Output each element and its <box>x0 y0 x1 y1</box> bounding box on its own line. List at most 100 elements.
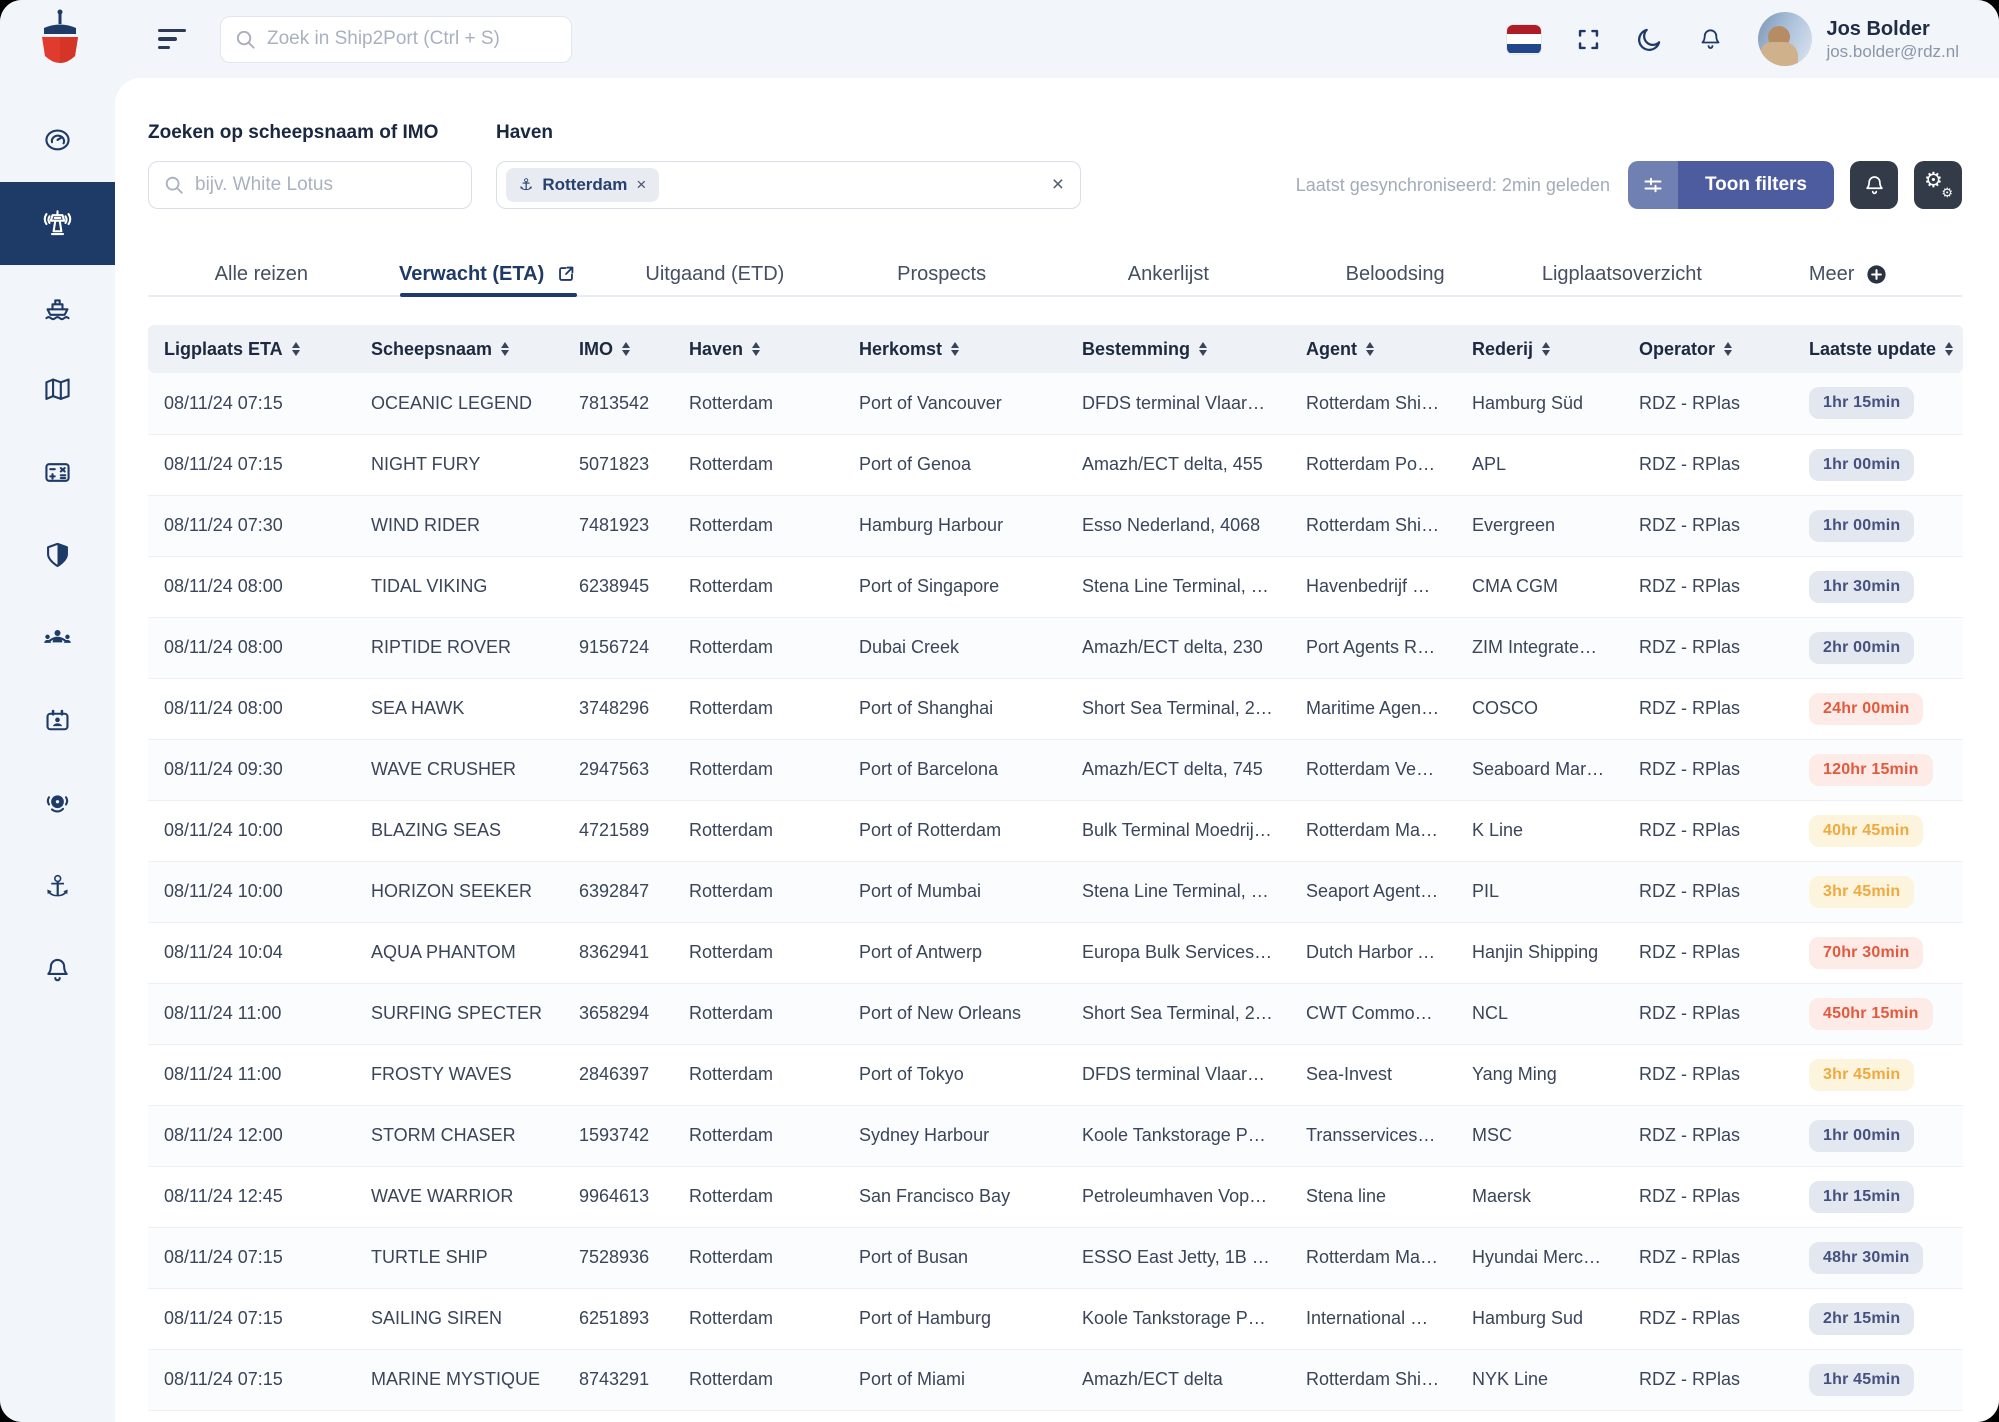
col-header-imo[interactable]: IMO <box>563 325 673 373</box>
table-row[interactable]: 08/11/24 07:15 SAILING SIREN 6251893 Rot… <box>148 1287 1963 1349</box>
tab-ankerlijst[interactable]: Ankerlijst <box>1055 253 1282 295</box>
table-row[interactable]: 08/11/24 11:00 FROSTY WAVES 2846397 Rott… <box>148 1043 1963 1105</box>
col-header-bestemming[interactable]: Bestemming <box>1066 325 1290 373</box>
cell-agent: Rotterdam Ship… <box>1290 373 1456 434</box>
cell-bestemming: Amazh/ECT delta <box>1066 1348 1290 1411</box>
sidebar: ⚓ <box>0 78 115 1422</box>
tab-alle-reizen[interactable]: Alle reizen <box>148 253 375 295</box>
table-row[interactable]: 08/11/24 07:15 TURTLE SHIP 7528936 Rotte… <box>148 1226 1963 1288</box>
cell-laatste-update: 1hr 00min <box>1793 494 1963 556</box>
col-header-haven[interactable]: Haven <box>673 325 843 373</box>
menu-toggle-button[interactable] <box>158 28 188 50</box>
col-header-operator[interactable]: Operator <box>1623 325 1793 373</box>
cell-haven: Rotterdam <box>673 1043 843 1105</box>
sort-icon <box>1945 341 1954 357</box>
sidebar-item-alerts[interactable] <box>0 763 115 846</box>
sidebar-item-map[interactable] <box>0 348 115 431</box>
cell-imo: 8743291 <box>563 1348 673 1411</box>
tab-verwacht-eta[interactable]: Verwacht (ETA) <box>375 253 602 297</box>
sidebar-item-vessels[interactable] <box>0 265 115 348</box>
cell-bestemming: Amazh/ECT delta, 230 <box>1066 616 1290 678</box>
sort-icon <box>622 341 630 357</box>
cell-imo: 1593742 <box>563 1104 673 1166</box>
cell-ligplaats-eta: 08/11/24 07:15 <box>148 1348 355 1411</box>
chip-remove-icon[interactable]: × <box>636 175 646 195</box>
sidebar-item-calculations[interactable] <box>0 431 115 514</box>
ship-search-label: Zoeken op scheepsnaam of IMO <box>148 122 439 143</box>
table-row[interactable]: 08/11/24 07:15 OCEANIC LEGEND 7813542 Ro… <box>148 373 1963 434</box>
table-row[interactable]: 08/11/24 12:45 WAVE WARRIOR 9964613 Rott… <box>148 1165 1963 1227</box>
cell-herkomst: Port of Hamburg <box>843 1287 1066 1349</box>
col-header-rederij[interactable]: Rederij <box>1456 325 1623 373</box>
cell-laatste-update: 3hr 45min <box>1793 860 1963 922</box>
cell-laatste-update: 450hr 15min <box>1793 982 1963 1044</box>
table-row[interactable]: 08/11/24 10:04 AQUA PHANTOM 8362941 Rott… <box>148 921 1963 983</box>
cell-scheepsnaam: WAVE CRUSHER <box>355 738 563 800</box>
cell-ligplaats-eta: 08/11/24 08:00 <box>148 555 355 617</box>
table-row[interactable]: 08/11/24 11:00 SURFING SPECTER 3658294 R… <box>148 982 1963 1044</box>
table-settings-button[interactable]: ⚙ ⚙ <box>1914 161 1962 209</box>
gears-icon: ⚙ ⚙ <box>1924 169 1953 200</box>
sidebar-item-port-control[interactable] <box>0 182 115 265</box>
fullscreen-button[interactable] <box>1575 26 1602 53</box>
col-header-laatste-update[interactable]: Laatste update <box>1793 325 1963 373</box>
calculation-card-icon <box>45 463 70 482</box>
cell-laatste-update: 70hr 30min <box>1793 921 1963 983</box>
cell-imo: 3658294 <box>563 982 673 1044</box>
tab-beloodsing[interactable]: Beloodsing <box>1282 253 1509 295</box>
cell-haven: Rotterdam <box>673 373 843 434</box>
table-row[interactable]: 08/11/24 12:00 STORM CHASER 1593742 Rott… <box>148 1104 1963 1166</box>
user-menu[interactable]: Jos Bolder jos.bolder@rdz.nl <box>1758 12 1959 66</box>
show-filters-button[interactable]: Toon filters <box>1627 161 1834 209</box>
plus-circle-icon <box>1867 264 1887 284</box>
update-badge: 1hr 00min <box>1809 448 1915 481</box>
tab-meer[interactable]: Meer <box>1735 253 1962 295</box>
table-row[interactable]: 08/11/24 08:00 RIPTIDE ROVER 9156724 Rot… <box>148 616 1963 678</box>
col-header-agent[interactable]: Agent <box>1290 325 1456 373</box>
table-row[interactable]: 08/11/24 09:30 WAVE CRUSHER 2947563 Rott… <box>148 738 1963 800</box>
clear-haven-icon[interactable]: × <box>1052 173 1064 197</box>
global-search-input[interactable] <box>220 15 572 63</box>
last-synced-status: Laatst gesynchroniseerd: 2min geleden <box>1295 175 1610 195</box>
sidebar-item-notifications[interactable] <box>0 929 115 1012</box>
tab-uitgaand-etd[interactable]: Uitgaand (ETD) <box>602 253 829 295</box>
cell-laatste-update: 1hr 15min <box>1793 1165 1963 1227</box>
cell-operator: RDZ - RPlas <box>1623 1348 1793 1411</box>
cell-herkomst: Port of Miami <box>843 1348 1066 1411</box>
table-alerts-button[interactable] <box>1850 161 1898 209</box>
sidebar-item-security[interactable] <box>0 514 115 597</box>
col-header-herkomst[interactable]: Herkomst <box>843 325 1066 373</box>
cell-imo: 7481923 <box>563 494 673 556</box>
sliders-icon <box>1644 177 1662 193</box>
table-row[interactable]: 08/11/24 07:15 MARINE MYSTIQUE 8743291 R… <box>148 1348 1963 1411</box>
cell-bestemming: Short Sea Terminal, 27… <box>1066 982 1290 1044</box>
tab-prospects[interactable]: Prospects <box>828 253 1055 295</box>
table-row[interactable]: 08/11/24 08:00 TIDAL VIKING 6238945 Rott… <box>148 555 1963 617</box>
sort-icon <box>1542 341 1551 357</box>
haven-select[interactable]: ⚓ Rotterdam × × <box>496 161 1081 209</box>
col-header-scheepsnaam[interactable]: Scheepsnaam <box>355 325 563 373</box>
show-filters-label: Toon filters <box>1677 161 1834 209</box>
cell-scheepsnaam: SEA HAWK <box>355 677 563 739</box>
col-label: Ligplaats ETA <box>164 338 283 359</box>
haven-chip-rotterdam[interactable]: ⚓ Rotterdam × <box>506 168 660 202</box>
col-header-ligplaats-eta[interactable]: Ligplaats ETA <box>148 325 355 373</box>
sidebar-item-contacts[interactable] <box>0 680 115 763</box>
table-row[interactable]: 08/11/24 07:30 WIND RIDER 7481923 Rotter… <box>148 494 1963 556</box>
table-row[interactable]: 08/11/24 07:15 NIGHT FURY 5071823 Rotter… <box>148 433 1963 495</box>
sidebar-item-anchorage[interactable]: ⚓ <box>0 846 115 929</box>
cell-agent: Rotterdam Ship… <box>1290 1348 1456 1411</box>
dark-mode-button[interactable] <box>1636 26 1663 53</box>
ship-icon <box>45 299 70 321</box>
table-row[interactable]: 08/11/24 08:00 SEA HAWK 3748296 Rotterda… <box>148 677 1963 739</box>
port-control-tower-icon <box>43 210 72 236</box>
notifications-button[interactable] <box>1697 26 1724 53</box>
sidebar-item-dashboard[interactable] <box>0 99 115 182</box>
sidebar-item-team[interactable] <box>0 597 115 680</box>
language-flag-nl[interactable] <box>1507 24 1542 54</box>
cell-operator: RDZ - RPlas <box>1623 1226 1793 1288</box>
table-row[interactable]: 08/11/24 10:00 HORIZON SEEKER 6392847 Ro… <box>148 860 1963 922</box>
table-row[interactable]: 08/11/24 10:00 BLAZING SEAS 4721589 Rott… <box>148 799 1963 861</box>
tab-ligplaatsoverzicht[interactable]: Ligplaatsoverzicht <box>1509 253 1736 295</box>
ship-search-input[interactable] <box>148 161 472 209</box>
